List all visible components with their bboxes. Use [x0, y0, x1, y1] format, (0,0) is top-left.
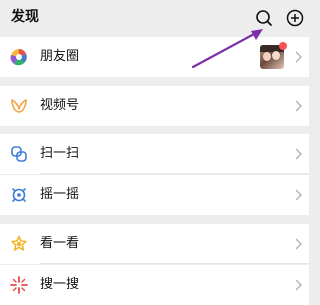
- plus-circle-icon[interactable]: [285, 8, 305, 28]
- chevron-right-icon: [295, 148, 302, 160]
- scan-icon: [11, 146, 27, 162]
- list-item-label: 视频号: [40, 98, 80, 113]
- chevron-right-icon: [295, 100, 302, 112]
- chevron-right-icon: [295, 238, 302, 250]
- list-item-label: 看一看: [40, 236, 80, 251]
- list-item-scan[interactable]: 扫一扫: [0, 134, 309, 174]
- chevron-right-icon: [295, 279, 302, 291]
- chevron-right-icon: [295, 189, 302, 201]
- row-divider: [40, 173, 309, 174]
- shake-icon: [12, 188, 26, 202]
- badge-dot: [279, 42, 287, 50]
- top-stories-icon: [11, 235, 27, 251]
- list-item-channels[interactable]: 视频号: [0, 86, 309, 126]
- top-bar: 发现: [0, 0, 309, 36]
- list-item-label: 扫一扫: [40, 146, 80, 161]
- chevron-right-icon: [295, 51, 302, 63]
- search-star-icon: [10, 276, 28, 294]
- list-item-shake[interactable]: 摇一摇: [0, 175, 309, 215]
- channels-butterfly-icon: [11, 99, 27, 113]
- row-divider: [40, 263, 309, 264]
- page-title: 发现: [11, 9, 39, 25]
- moments-aperture-icon: [10, 49, 27, 66]
- list-item-label: 搜一搜: [40, 277, 80, 292]
- list-item-search[interactable]: 搜一搜: [0, 265, 309, 305]
- list-item-top-stories[interactable]: 看一看: [0, 224, 309, 264]
- list-item-label: 朋友圈: [40, 49, 80, 64]
- list-item-moments[interactable]: 朋友圈: [0, 37, 309, 77]
- search-icon[interactable]: [254, 8, 274, 28]
- list-item-label: 摇一摇: [40, 187, 80, 202]
